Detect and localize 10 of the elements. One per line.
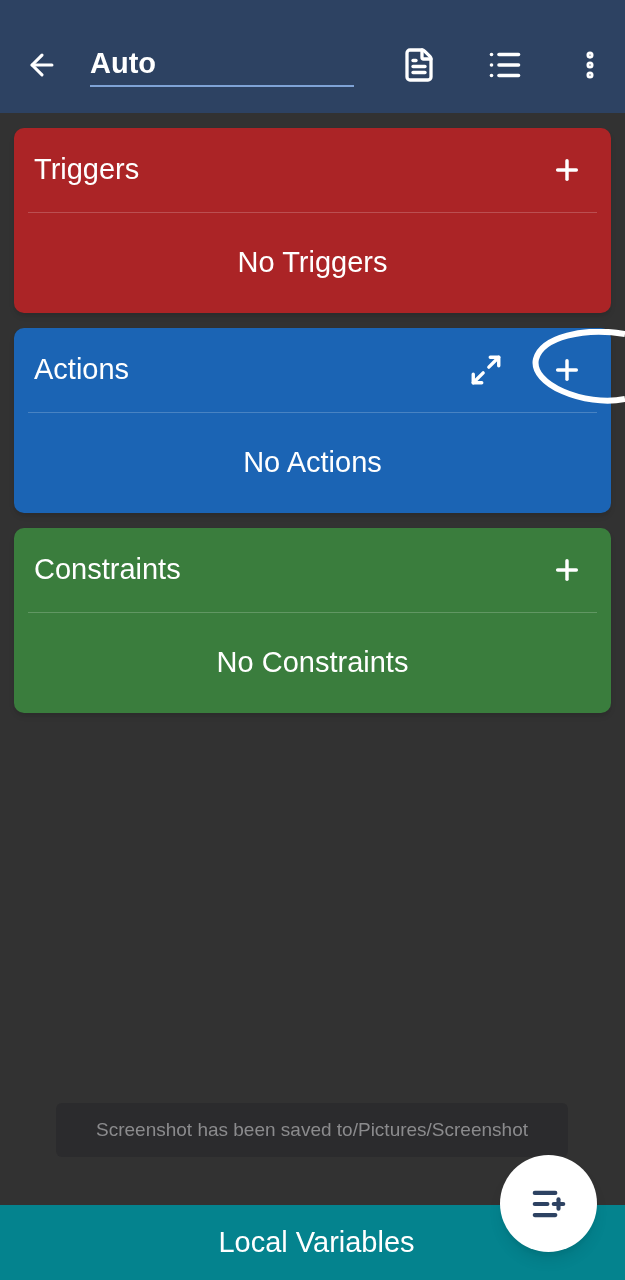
empty-message: No Actions [243, 445, 382, 481]
expand-icon[interactable] [469, 353, 503, 387]
title-field[interactable]: Auto [90, 42, 354, 87]
toast: Screenshot has been saved to/Pictures/Screenshot [56, 1103, 568, 1157]
empty-message: No Triggers [237, 245, 388, 281]
bottom-bar[interactable]: Local Variables [0, 1205, 625, 1280]
section-title: Constraints [34, 552, 181, 588]
section-title: Actions [34, 352, 130, 388]
empty-message: No Constraints [216, 645, 409, 681]
section-title: Triggers [34, 152, 140, 188]
